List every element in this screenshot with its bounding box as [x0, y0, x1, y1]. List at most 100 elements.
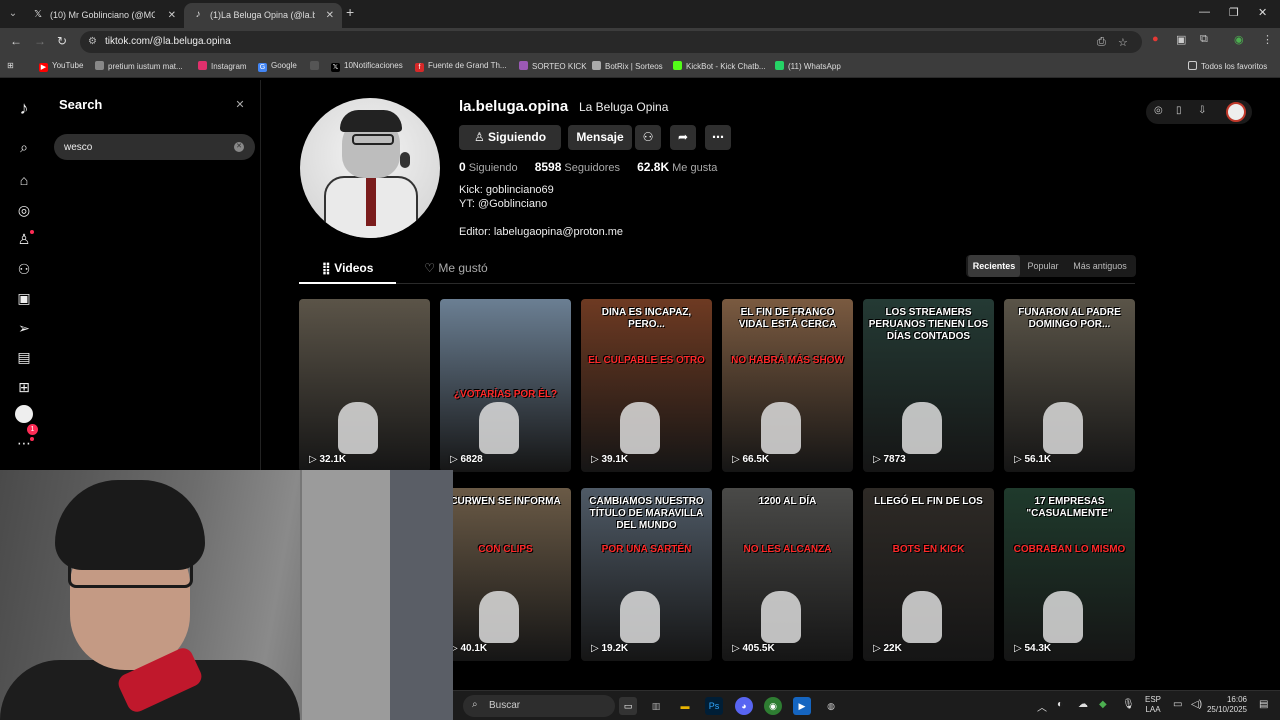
- reload-icon[interactable]: ↻: [57, 34, 67, 48]
- message-button[interactable]: Mensaje: [568, 125, 632, 150]
- video-card[interactable]: CAMBIAMOS NUESTRO TÍTULO DE MARAVILLA DE…: [581, 488, 712, 661]
- video-card[interactable]: ¿VOTARÍAS POR ÉL? ▷ 6828: [440, 299, 571, 472]
- video-card[interactable]: 17 EMPRESAS "CASUALMENTE" COBRABAN LO MIS…: [1004, 488, 1135, 661]
- onedrive-icon[interactable]: ☁: [1078, 699, 1088, 710]
- bookmark-whatsapp[interactable]: (11) WhatsApp: [775, 61, 841, 71]
- browser-tab-goblinciano[interactable]: 𝕏 (10) Mr Goblinciano (@MGobli ✕: [24, 3, 184, 28]
- taskbar-search[interactable]: ⌕ Buscar: [463, 695, 615, 717]
- video-card[interactable]: LOS STREAMERS PERUANOS TIENEN LOS DÍAS C…: [863, 299, 994, 472]
- video-card[interactable]: LLEGÓ EL FIN DE LOS BOTS EN KICK ▷ 22K: [863, 488, 994, 661]
- search-input[interactable]: [64, 138, 224, 156]
- video-card[interactable]: 1200 AL DÍA NO LES ALCANZA ▷ 405.5K: [722, 488, 853, 661]
- bookmark-gta-font[interactable]: f Fuente de Grand Th...: [415, 61, 507, 72]
- bookmark-google[interactable]: G Google: [258, 61, 297, 72]
- video-card[interactable]: DINA ES INCAPAZ, PERO... EL CULPABLE ES O…: [581, 299, 712, 472]
- bookmark-notificaciones[interactable]: 𝕏 10Notificaciones: [331, 61, 403, 72]
- video-view-count: ▷ 56.1K: [1014, 454, 1052, 465]
- following-button[interactable]: ♙ Siguiendo: [459, 125, 561, 150]
- more-options-icon[interactable]: ⋯: [705, 125, 731, 150]
- messages-send-icon[interactable]: ➢: [13, 317, 35, 339]
- video-card[interactable]: CURWEN SE INFORMA CON CLIPS ▷ 40.1K: [440, 488, 571, 661]
- sort-oldest[interactable]: Más antiguos: [1066, 255, 1134, 277]
- upload-icon[interactable]: ⊞: [13, 376, 35, 398]
- extension-icon[interactable]: ▣: [1176, 33, 1186, 46]
- friends-icon[interactable]: ⚇: [13, 258, 35, 280]
- file-explorer-icon[interactable]: ▬: [676, 697, 694, 715]
- tray-app-icon[interactable]: ◐: [1057, 699, 1063, 710]
- extensions-puzzle-icon[interactable]: ⧉: [1200, 33, 1208, 46]
- explore-compass-icon[interactable]: ◎: [13, 199, 35, 221]
- network-icon[interactable]: ▭: [1173, 699, 1182, 710]
- chrome-icon[interactable]: ◉: [764, 697, 782, 715]
- activity-inbox-icon[interactable]: ▤: [13, 346, 35, 368]
- bookmark-kickbot[interactable]: KickBot - Kick Chatb...: [673, 61, 766, 71]
- account-avatar[interactable]: [1226, 102, 1246, 122]
- microphone-icon[interactable]: 🎙: [1122, 699, 1135, 710]
- install-app-icon[interactable]: ⎙: [1097, 36, 1106, 49]
- search-icon[interactable]: ⌕: [13, 136, 35, 158]
- share-icon[interactable]: ➦: [670, 125, 696, 150]
- tiktok-logo-icon[interactable]: ♪: [13, 97, 35, 119]
- bookmark-youtube[interactable]: ▶ YouTube: [39, 61, 83, 72]
- tab-search-menu-button[interactable]: ⌄: [4, 5, 22, 23]
- tab-close-icon[interactable]: ✕: [326, 3, 334, 28]
- coins-icon[interactable]: ◎: [1154, 105, 1163, 116]
- profile-avatar[interactable]: [300, 98, 440, 238]
- play-icon: ▷: [873, 643, 884, 654]
- profile-avatar[interactable]: ◉: [1234, 33, 1244, 46]
- mixer-icon[interactable]: ▥: [647, 697, 665, 715]
- video-card[interactable]: ▷ 32.1K: [299, 299, 430, 472]
- minimize-icon[interactable]: —: [1199, 6, 1210, 18]
- address-bar[interactable]: ⚙ tiktok.com/@la.beluga.opina ⎙ ☆: [80, 31, 1142, 53]
- all-bookmarks-folder[interactable]: Todos los favoritos: [1188, 61, 1267, 71]
- followers-stat[interactable]: 8598 Seguidores: [535, 160, 620, 174]
- restore-icon[interactable]: ❐: [1229, 6, 1239, 19]
- more-dots-icon[interactable]: ⋯: [13, 432, 35, 454]
- x-logo-icon: 𝕏: [331, 63, 340, 72]
- close-search-icon[interactable]: ✕: [232, 97, 248, 113]
- profile-avatar[interactable]: [15, 405, 33, 423]
- webcam-overlay: [0, 470, 453, 720]
- font-icon: f: [415, 63, 424, 72]
- bookmark-sorteo-kick[interactable]: SORTEO KICK: [519, 61, 587, 71]
- following-stat[interactable]: 0 Siguiendo: [459, 160, 518, 174]
- video-card[interactable]: EL FIN DE FRANCO VIDAL ESTÁ CERCA NO HABR…: [722, 299, 853, 472]
- back-icon[interactable]: ←: [10, 34, 22, 48]
- browser-tab-beluga[interactable]: ♪ (1)La Beluga Opina (@la.belug ✕: [184, 3, 342, 28]
- tab-videos[interactable]: ⣿ Videos: [299, 252, 396, 284]
- sort-recent[interactable]: Recientes: [968, 255, 1020, 277]
- tab-close-icon[interactable]: ✕: [168, 3, 176, 28]
- bookmark-instagram[interactable]: Instagram: [198, 61, 247, 71]
- sort-popular[interactable]: Popular: [1022, 255, 1064, 277]
- add-friend-icon[interactable]: ⚇: [635, 125, 661, 150]
- new-tab-button[interactable]: +: [346, 4, 354, 20]
- bookmark-pretium[interactable]: pretium iustum mat...: [95, 61, 183, 71]
- close-window-icon[interactable]: ✕: [1258, 6, 1267, 19]
- apps-grid-icon[interactable]: ⊞: [7, 61, 14, 70]
- home-icon[interactable]: ⌂: [13, 169, 35, 191]
- task-view-icon[interactable]: ▭: [619, 697, 637, 715]
- clock[interactable]: 16:06 25/10/2025: [1205, 695, 1247, 715]
- site-info-icon[interactable]: ⚙: [88, 36, 97, 47]
- obs-icon[interactable]: ◍: [822, 697, 840, 715]
- browser-menu-icon[interactable]: ⋮: [1262, 33, 1273, 46]
- forward-icon[interactable]: →: [34, 34, 46, 48]
- live-tv-icon[interactable]: ▣: [13, 287, 35, 309]
- phone-icon[interactable]: ▯: [1176, 105, 1182, 116]
- photoshop-icon[interactable]: Ps: [705, 697, 723, 715]
- video-card[interactable]: FUNARON AL PADRE DOMINGO POR... ▷ 56.1K: [1004, 299, 1135, 472]
- streamlabs-icon[interactable]: ▶: [793, 697, 811, 715]
- input-language[interactable]: ESP LAA: [1145, 695, 1161, 715]
- clear-search-icon[interactable]: ✕: [234, 142, 244, 152]
- extension-icon[interactable]: ●: [1152, 33, 1159, 45]
- tray-app-icon[interactable]: ◆: [1099, 699, 1107, 710]
- bookmark-star-icon[interactable]: ☆: [1118, 36, 1128, 49]
- discord-icon[interactable]: ◕: [735, 697, 753, 715]
- show-hidden-icons[interactable]: ︿: [1037, 699, 1047, 714]
- bookmark-unnamed[interactable]: [310, 61, 323, 71]
- notifications-icon[interactable]: ▤: [1259, 699, 1268, 710]
- volume-icon[interactable]: ◁): [1191, 699, 1202, 710]
- bookmark-botrix[interactable]: BotRix | Sorteos: [592, 61, 663, 71]
- tab-liked[interactable]: ♡ Me gustó: [411, 252, 501, 284]
- download-icon[interactable]: ⇩: [1198, 105, 1206, 116]
